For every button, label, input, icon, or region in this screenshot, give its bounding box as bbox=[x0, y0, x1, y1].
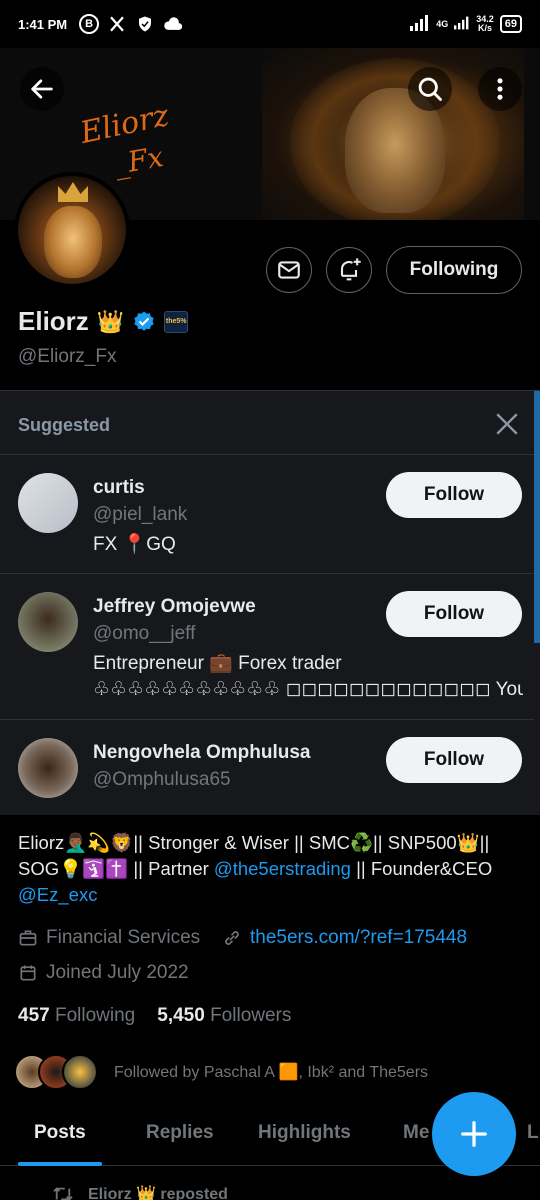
suggested-bio: FX 📍GQ bbox=[93, 534, 176, 555]
profile-handle: @Eliorz_Fx bbox=[18, 346, 117, 367]
system-icons: 4G 34.2 K/s 69 bbox=[410, 14, 522, 34]
followers-count[interactable]: 5,450 Followers bbox=[157, 1005, 291, 1027]
tab-media[interactable]: Me bbox=[403, 1122, 429, 1144]
x-app-icon bbox=[107, 14, 127, 34]
search-icon bbox=[418, 77, 442, 101]
suggested-handle: @Omphulusa65 bbox=[93, 769, 231, 790]
more-vertical-icon bbox=[497, 78, 503, 100]
tab-highlights[interactable]: Highlights bbox=[258, 1122, 351, 1144]
follow-counts: 457 Following 5,450 Followers bbox=[18, 1005, 291, 1027]
battery-indicator: 69 bbox=[499, 15, 522, 33]
shield-icon bbox=[135, 14, 155, 34]
suggested-handle: @omo__jeff bbox=[93, 623, 196, 644]
banner-brand-text-2: _Fx bbox=[111, 139, 166, 182]
status-time: 1:41 PM bbox=[18, 16, 68, 32]
network-speed-unit: K/s bbox=[477, 23, 492, 33]
network-type: 4G bbox=[436, 18, 449, 29]
suggested-bio: Entrepreneur 💼 Forex trader bbox=[93, 653, 342, 674]
website-link[interactable]: the5ers.com/?ref=175448 bbox=[250, 927, 467, 949]
avatar-crown bbox=[58, 182, 88, 202]
compose-button[interactable] bbox=[432, 1092, 516, 1176]
briefcase-icon bbox=[19, 930, 37, 946]
verified-badge-icon[interactable] bbox=[132, 310, 156, 334]
suggested-name[interactable]: curtis bbox=[93, 477, 145, 499]
suggested-panel: Suggested curtis @piel_lank FX 📍GQ Follo… bbox=[0, 390, 540, 815]
category-text: Financial Services bbox=[46, 927, 201, 948]
bio-mention-link-2[interactable]: @Ez_exc bbox=[18, 884, 97, 905]
profile-bio: Eliorz🤦🏾‍♂️💫🦁|| Stronger & Wiser || SMC♻… bbox=[18, 830, 522, 908]
affiliate-badge[interactable]: the5% bbox=[164, 310, 189, 333]
suggested-avatar[interactable] bbox=[18, 738, 78, 798]
calendar-icon bbox=[20, 965, 36, 981]
b-app-icon: B bbox=[79, 14, 100, 34]
profile-category: Financial Services bbox=[18, 927, 200, 949]
profile-website[interactable]: the5ers.com/?ref=175448 bbox=[222, 927, 467, 949]
signal-icon bbox=[410, 14, 430, 34]
following-button[interactable]: Following bbox=[386, 246, 522, 294]
followers-count-label: Followers bbox=[210, 1005, 292, 1026]
tab-replies[interactable]: Replies bbox=[146, 1122, 214, 1144]
following-count-label: Following bbox=[54, 1005, 136, 1026]
follow-button[interactable]: Follow bbox=[386, 591, 522, 637]
suggested-bio-line2: ♧♧♧♧♧♧♧♧♧♧♧ ◻◻◻◻◻◻◻◻◻◻◻◻◻ You must ... bbox=[93, 679, 523, 700]
mail-icon bbox=[278, 261, 300, 279]
signal-icon-2 bbox=[454, 15, 470, 34]
status-bar: 1:41 PM B 4G 34.2 K/s 69 bbox=[0, 0, 540, 48]
close-icon[interactable] bbox=[494, 411, 520, 437]
repost-indicator: Eliorz 👑 reposted bbox=[52, 1184, 228, 1200]
following-count-number: 457 bbox=[18, 1005, 50, 1026]
link-icon bbox=[225, 931, 239, 945]
suggested-item[interactable]: Nengovhela Omphulusa @Omphulusa65 Follow bbox=[0, 719, 534, 816]
suggested-name[interactable]: Nengovhela Omphulusa bbox=[93, 742, 310, 764]
bio-mention-link[interactable]: @the5erstrading bbox=[214, 858, 351, 879]
follower-avatar bbox=[62, 1054, 98, 1090]
notification-icons: B bbox=[79, 14, 183, 34]
notifications-button[interactable] bbox=[326, 247, 372, 293]
profile-joined: Joined July 2022 bbox=[18, 962, 189, 984]
crown-emoji: 👑 bbox=[96, 308, 125, 334]
follow-button[interactable]: Follow bbox=[386, 737, 522, 783]
tab-posts[interactable]: Posts bbox=[34, 1122, 86, 1144]
search-button[interactable] bbox=[408, 67, 452, 111]
suggested-avatar[interactable] bbox=[18, 473, 78, 533]
cloud-icon bbox=[163, 14, 183, 34]
bio-text-2: || Founder&CEO bbox=[350, 858, 493, 879]
network-speed: 34.2 K/s bbox=[476, 15, 494, 33]
followed-by-row[interactable]: Followed by Paschal A 🟧, Ibk² and The5er… bbox=[14, 1052, 428, 1092]
tab-likes[interactable]: Li bbox=[527, 1122, 540, 1144]
suggested-item[interactable]: curtis @piel_lank FX 📍GQ Follow bbox=[0, 454, 534, 573]
scroll-indicator bbox=[534, 391, 540, 643]
following-count[interactable]: 457 Following bbox=[18, 1005, 135, 1027]
suggested-handle: @piel_lank bbox=[93, 504, 188, 525]
suggested-item[interactable]: Jeffrey Omojevwe @omo__jeff Entrepreneur… bbox=[0, 573, 534, 719]
avatar-lion-face bbox=[44, 206, 102, 278]
more-options-button[interactable] bbox=[478, 67, 522, 111]
plus-icon bbox=[461, 1121, 487, 1147]
suggested-avatar[interactable] bbox=[18, 592, 78, 652]
profile-avatar[interactable] bbox=[14, 172, 130, 288]
profile-name-row: Eliorz 👑 the5% bbox=[18, 306, 189, 337]
joined-text: Joined July 2022 bbox=[46, 962, 189, 983]
bell-plus-icon bbox=[340, 258, 361, 281]
follow-button[interactable]: Follow bbox=[386, 472, 522, 518]
back-button[interactable] bbox=[20, 67, 64, 111]
repost-text: Eliorz 👑 reposted bbox=[88, 1186, 228, 1200]
followers-count-number: 5,450 bbox=[157, 1005, 205, 1026]
followed-by-text: Followed by Paschal A 🟧, Ibk² and The5er… bbox=[114, 1064, 429, 1081]
suggested-name[interactable]: Jeffrey Omojevwe bbox=[93, 596, 256, 618]
message-button[interactable] bbox=[266, 247, 312, 293]
active-tab-indicator bbox=[18, 1162, 102, 1166]
profile-name: Eliorz bbox=[18, 306, 89, 336]
suggested-title: Suggested bbox=[18, 415, 111, 435]
back-arrow-icon bbox=[31, 79, 53, 99]
repost-icon bbox=[53, 1187, 73, 1200]
